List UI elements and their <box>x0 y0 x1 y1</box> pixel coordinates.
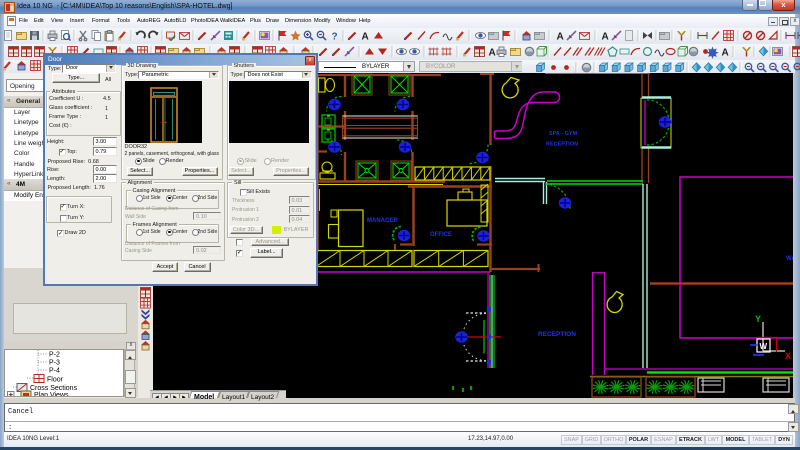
svg-text:P-2: P-2 <box>49 352 60 359</box>
svg-text:X: X <box>785 351 791 361</box>
svg-text:A: A <box>362 32 369 43</box>
svg-text:RECEPTION: RECEPTION <box>538 331 576 338</box>
svg-text:A: A <box>722 48 729 59</box>
svg-text:W: W <box>760 342 768 351</box>
svg-text:Cross Sections: Cross Sections <box>30 385 78 392</box>
svg-text:RECEPTION: RECEPTION <box>546 142 578 148</box>
svg-text:A: A <box>602 32 609 43</box>
svg-text:?: ? <box>332 32 338 43</box>
svg-text:OFFICE: OFFICE <box>430 232 452 238</box>
svg-text:Y: Y <box>755 314 761 324</box>
svg-text:SPA - GYM: SPA - GYM <box>549 131 578 137</box>
svg-text:A: A <box>489 48 496 59</box>
svg-text:P-3: P-3 <box>49 360 60 367</box>
svg-text:A: A <box>557 32 564 43</box>
svg-text:WA: WA <box>786 256 793 262</box>
svg-text:P-4: P-4 <box>49 368 60 375</box>
svg-text:Floor: Floor <box>47 377 64 384</box>
svg-text:Plan Views: Plan Views <box>34 392 69 397</box>
svg-text:MANAGER: MANAGER <box>367 218 399 224</box>
